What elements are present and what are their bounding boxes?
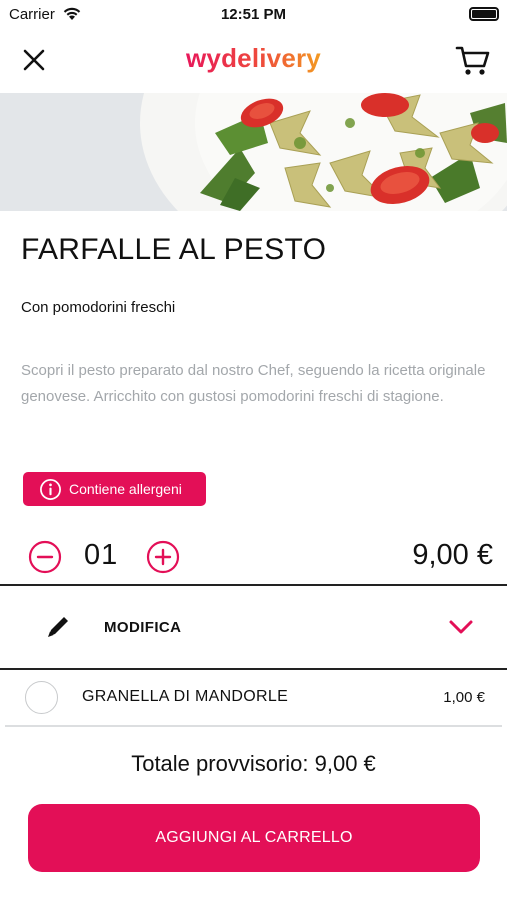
divider: [0, 584, 507, 586]
modify-toggle[interactable]: MODIFICA: [0, 587, 507, 668]
add-to-cart-button[interactable]: AGGIUNGI AL CARRELLO: [28, 804, 480, 872]
status-bar: Carrier 12:51 PM: [0, 0, 507, 30]
list-item: GRANELLA DI MANDORLE 1,00 €: [0, 670, 507, 724]
battery-icon: [469, 7, 499, 21]
pencil-icon: [48, 617, 68, 637]
add-to-cart-label: AGGIUNGI AL CARRELLO: [155, 829, 353, 846]
cart-icon[interactable]: [455, 42, 491, 78]
divider: [5, 725, 502, 727]
info-icon: [40, 478, 61, 500]
brand-logo: wydelivery: [0, 43, 507, 74]
status-time: 12:51 PM: [220, 6, 287, 23]
plus-icon[interactable]: [146, 540, 180, 574]
quantity-value: 01: [84, 539, 119, 571]
product-title: FARFALLE AL PESTO: [21, 233, 327, 266]
nav-header: wydelivery: [0, 30, 507, 93]
allergens-label: Contiene allergeni: [69, 481, 182, 497]
subtotal: Totale provvisorio: 9,00 €: [131, 751, 376, 776]
allergens-button[interactable]: Contiene allergeni: [23, 472, 206, 506]
product-subtitle: Con pomodorini freschi: [21, 299, 176, 316]
product-description: Scopri il pesto preparato dal nostro Che…: [21, 362, 486, 405]
quantity-row: 01 9,00 €: [0, 532, 507, 582]
extra-radio[interactable]: [25, 681, 58, 714]
chevron-down-icon: [449, 620, 473, 634]
product-image: [0, 93, 507, 211]
modify-label: MODIFICA: [104, 619, 182, 636]
extra-label: GRANELLA DI MANDORLE: [82, 688, 289, 705]
brand-logo-text: wydelivery: [186, 43, 321, 73]
product-price: 9,00 €: [412, 539, 493, 571]
extra-price: 1,00 €: [443, 689, 485, 706]
minus-icon[interactable]: [28, 540, 62, 574]
